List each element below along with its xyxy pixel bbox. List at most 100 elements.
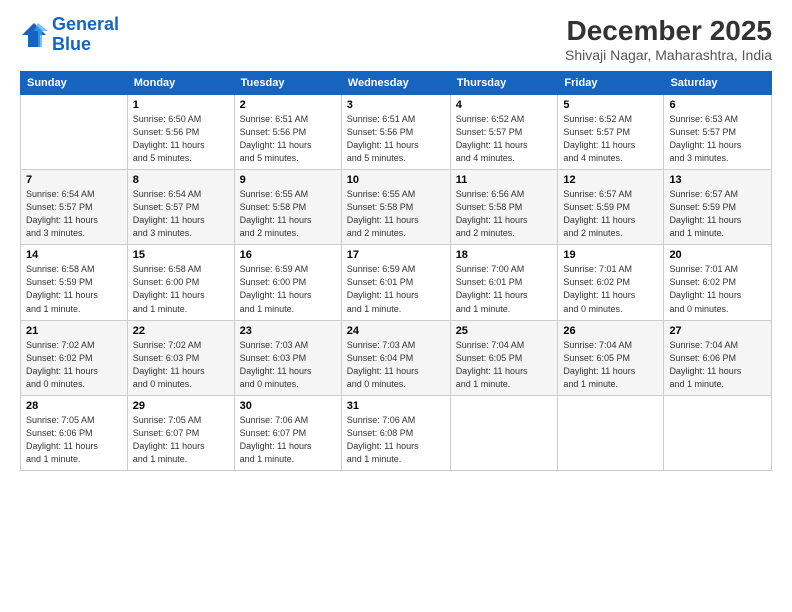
day-number: 13: [669, 174, 766, 186]
day-number: 7: [26, 174, 122, 186]
day-number: 1: [133, 99, 229, 111]
calendar-cell: 17Sunrise: 6:59 AM Sunset: 6:01 PM Dayli…: [341, 245, 450, 320]
calendar-cell: 25 Sunrise: 7:04 AM Sunset: 6:05 PM Dayli…: [450, 320, 558, 395]
day-info: Sunrise: 6:58 AM Sunset: 6:00 PM Dayligh…: [133, 263, 229, 315]
day-info: Sunrise: 6:57 AM Sunset: 5:59 PM Dayligh…: [669, 188, 766, 240]
day-info: Sunrise: 6:52 AM Sunset: 5:57 PM Dayligh…: [563, 113, 658, 165]
logo-line1: General: [52, 14, 119, 34]
day-number: 27: [669, 325, 766, 337]
day-info: Sunrise: 6:53 AM Sunset: 5:57 PM Dayligh…: [669, 113, 766, 165]
calendar-cell: 16Sunrise: 6:59 AM Sunset: 6:00 PM Dayli…: [234, 245, 341, 320]
day-number: 31: [347, 400, 445, 412]
calendar-cell: 21 Sunrise: 7:02 AM Sunset: 6:02 PM Dayli…: [21, 320, 128, 395]
calendar-cell: 27Sunrise: 7:04 AM Sunset: 6:06 PM Dayli…: [664, 320, 772, 395]
logo-icon: [20, 21, 48, 49]
day-number: 21: [26, 325, 122, 337]
header-cell-monday: Monday: [127, 72, 234, 95]
day-number: 12: [563, 174, 658, 186]
day-info: Sunrise: 7:06 AM Sunset: 6:08 PM Dayligh…: [347, 414, 445, 466]
day-number: 29: [133, 400, 229, 412]
main-title: December 2025: [565, 15, 772, 47]
calendar-cell: 22 Sunrise: 7:02 AM Sunset: 6:03 PM Dayli…: [127, 320, 234, 395]
day-info: Sunrise: 6:57 AM Sunset: 5:59 PM Dayligh…: [563, 188, 658, 240]
day-info: Sunrise: 7:02 AM Sunset: 6:03 PM Dayligh…: [133, 339, 229, 391]
calendar-cell: 6Sunrise: 6:53 AM Sunset: 5:57 PM Daylig…: [664, 95, 772, 170]
calendar-cell: 12 Sunrise: 6:57 AM Sunset: 5:59 PM Dayli…: [558, 170, 664, 245]
day-info: Sunrise: 6:55 AM Sunset: 5:58 PM Dayligh…: [240, 188, 336, 240]
day-number: 20: [669, 249, 766, 261]
calendar-table: SundayMondayTuesdayWednesdayThursdayFrid…: [20, 71, 772, 471]
calendar-cell: 2Sunrise: 6:51 AM Sunset: 5:56 PM Daylig…: [234, 95, 341, 170]
header-cell-thursday: Thursday: [450, 72, 558, 95]
calendar-cell: 28 Sunrise: 7:05 AM Sunset: 6:06 PM Dayli…: [21, 395, 128, 470]
day-info: Sunrise: 6:51 AM Sunset: 5:56 PM Dayligh…: [240, 113, 336, 165]
day-number: 19: [563, 249, 658, 261]
day-info: Sunrise: 7:05 AM Sunset: 6:06 PM Dayligh…: [26, 414, 122, 466]
week-row-2: 7 Sunrise: 6:54 AM Sunset: 5:57 PM Daylig…: [21, 170, 772, 245]
day-info: Sunrise: 7:04 AM Sunset: 6:05 PM Dayligh…: [563, 339, 658, 391]
day-info: Sunrise: 7:06 AM Sunset: 6:07 PM Dayligh…: [240, 414, 336, 466]
calendar-cell: 31 Sunrise: 7:06 AM Sunset: 6:08 PM Dayli…: [341, 395, 450, 470]
week-row-4: 21 Sunrise: 7:02 AM Sunset: 6:02 PM Dayli…: [21, 320, 772, 395]
day-number: 15: [133, 249, 229, 261]
day-info: Sunrise: 7:03 AM Sunset: 6:04 PM Dayligh…: [347, 339, 445, 391]
calendar-cell: [558, 395, 664, 470]
calendar-cell: 9 Sunrise: 6:55 AM Sunset: 5:58 PM Daylig…: [234, 170, 341, 245]
calendar-cell: 4Sunrise: 6:52 AM Sunset: 5:57 PM Daylig…: [450, 95, 558, 170]
day-number: 23: [240, 325, 336, 337]
calendar-cell: [21, 95, 128, 170]
day-info: Sunrise: 6:50 AM Sunset: 5:56 PM Dayligh…: [133, 113, 229, 165]
day-info: Sunrise: 6:54 AM Sunset: 5:57 PM Dayligh…: [133, 188, 229, 240]
day-info: Sunrise: 7:02 AM Sunset: 6:02 PM Dayligh…: [26, 339, 122, 391]
calendar-cell: 5 Sunrise: 6:52 AM Sunset: 5:57 PM Daylig…: [558, 95, 664, 170]
day-info: Sunrise: 7:05 AM Sunset: 6:07 PM Dayligh…: [133, 414, 229, 466]
day-info: Sunrise: 6:58 AM Sunset: 5:59 PM Dayligh…: [26, 263, 122, 315]
calendar-cell: 10Sunrise: 6:55 AM Sunset: 5:58 PM Dayli…: [341, 170, 450, 245]
day-number: 30: [240, 400, 336, 412]
logo-text: General Blue: [52, 15, 119, 55]
header-cell-tuesday: Tuesday: [234, 72, 341, 95]
week-row-1: 1 Sunrise: 6:50 AM Sunset: 5:56 PM Daylig…: [21, 95, 772, 170]
calendar-cell: 11 Sunrise: 6:56 AM Sunset: 5:58 PM Dayli…: [450, 170, 558, 245]
header-cell-sunday: Sunday: [21, 72, 128, 95]
day-info: Sunrise: 6:51 AM Sunset: 5:56 PM Dayligh…: [347, 113, 445, 165]
day-info: Sunrise: 7:01 AM Sunset: 6:02 PM Dayligh…: [669, 263, 766, 315]
day-number: 8: [133, 174, 229, 186]
header-cell-wednesday: Wednesday: [341, 72, 450, 95]
header-row: SundayMondayTuesdayWednesdayThursdayFrid…: [21, 72, 772, 95]
day-info: Sunrise: 6:59 AM Sunset: 6:01 PM Dayligh…: [347, 263, 445, 315]
day-number: 28: [26, 400, 122, 412]
week-row-3: 14Sunrise: 6:58 AM Sunset: 5:59 PM Dayli…: [21, 245, 772, 320]
day-number: 3: [347, 99, 445, 111]
day-number: 5: [563, 99, 658, 111]
day-number: 4: [456, 99, 553, 111]
header: General Blue December 2025 Shivaji Nagar…: [20, 15, 772, 63]
day-number: 26: [563, 325, 658, 337]
page: General Blue December 2025 Shivaji Nagar…: [0, 0, 792, 612]
calendar-cell: 3 Sunrise: 6:51 AM Sunset: 5:56 PM Daylig…: [341, 95, 450, 170]
day-number: 9: [240, 174, 336, 186]
day-info: Sunrise: 6:59 AM Sunset: 6:00 PM Dayligh…: [240, 263, 336, 315]
header-cell-saturday: Saturday: [664, 72, 772, 95]
day-info: Sunrise: 7:03 AM Sunset: 6:03 PM Dayligh…: [240, 339, 336, 391]
day-number: 25: [456, 325, 553, 337]
calendar-cell: 26 Sunrise: 7:04 AM Sunset: 6:05 PM Dayli…: [558, 320, 664, 395]
day-info: Sunrise: 6:55 AM Sunset: 5:58 PM Dayligh…: [347, 188, 445, 240]
calendar-cell: 29 Sunrise: 7:05 AM Sunset: 6:07 PM Dayli…: [127, 395, 234, 470]
calendar-cell: 20 Sunrise: 7:01 AM Sunset: 6:02 PM Dayli…: [664, 245, 772, 320]
logo-line2: Blue: [52, 34, 91, 54]
calendar-cell: 19 Sunrise: 7:01 AM Sunset: 6:02 PM Dayli…: [558, 245, 664, 320]
logo: General Blue: [20, 15, 119, 55]
day-info: Sunrise: 7:01 AM Sunset: 6:02 PM Dayligh…: [563, 263, 658, 315]
calendar-cell: 23 Sunrise: 7:03 AM Sunset: 6:03 PM Dayli…: [234, 320, 341, 395]
day-info: Sunrise: 6:56 AM Sunset: 5:58 PM Dayligh…: [456, 188, 553, 240]
calendar-cell: 18Sunrise: 7:00 AM Sunset: 6:01 PM Dayli…: [450, 245, 558, 320]
calendar-cell: 7 Sunrise: 6:54 AM Sunset: 5:57 PM Daylig…: [21, 170, 128, 245]
subtitle: Shivaji Nagar, Maharashtra, India: [565, 47, 772, 63]
day-info: Sunrise: 7:04 AM Sunset: 6:05 PM Dayligh…: [456, 339, 553, 391]
day-number: 22: [133, 325, 229, 337]
calendar-cell: 1 Sunrise: 6:50 AM Sunset: 5:56 PM Daylig…: [127, 95, 234, 170]
day-info: Sunrise: 6:54 AM Sunset: 5:57 PM Dayligh…: [26, 188, 122, 240]
day-number: 11: [456, 174, 553, 186]
calendar-cell: 24Sunrise: 7:03 AM Sunset: 6:04 PM Dayli…: [341, 320, 450, 395]
